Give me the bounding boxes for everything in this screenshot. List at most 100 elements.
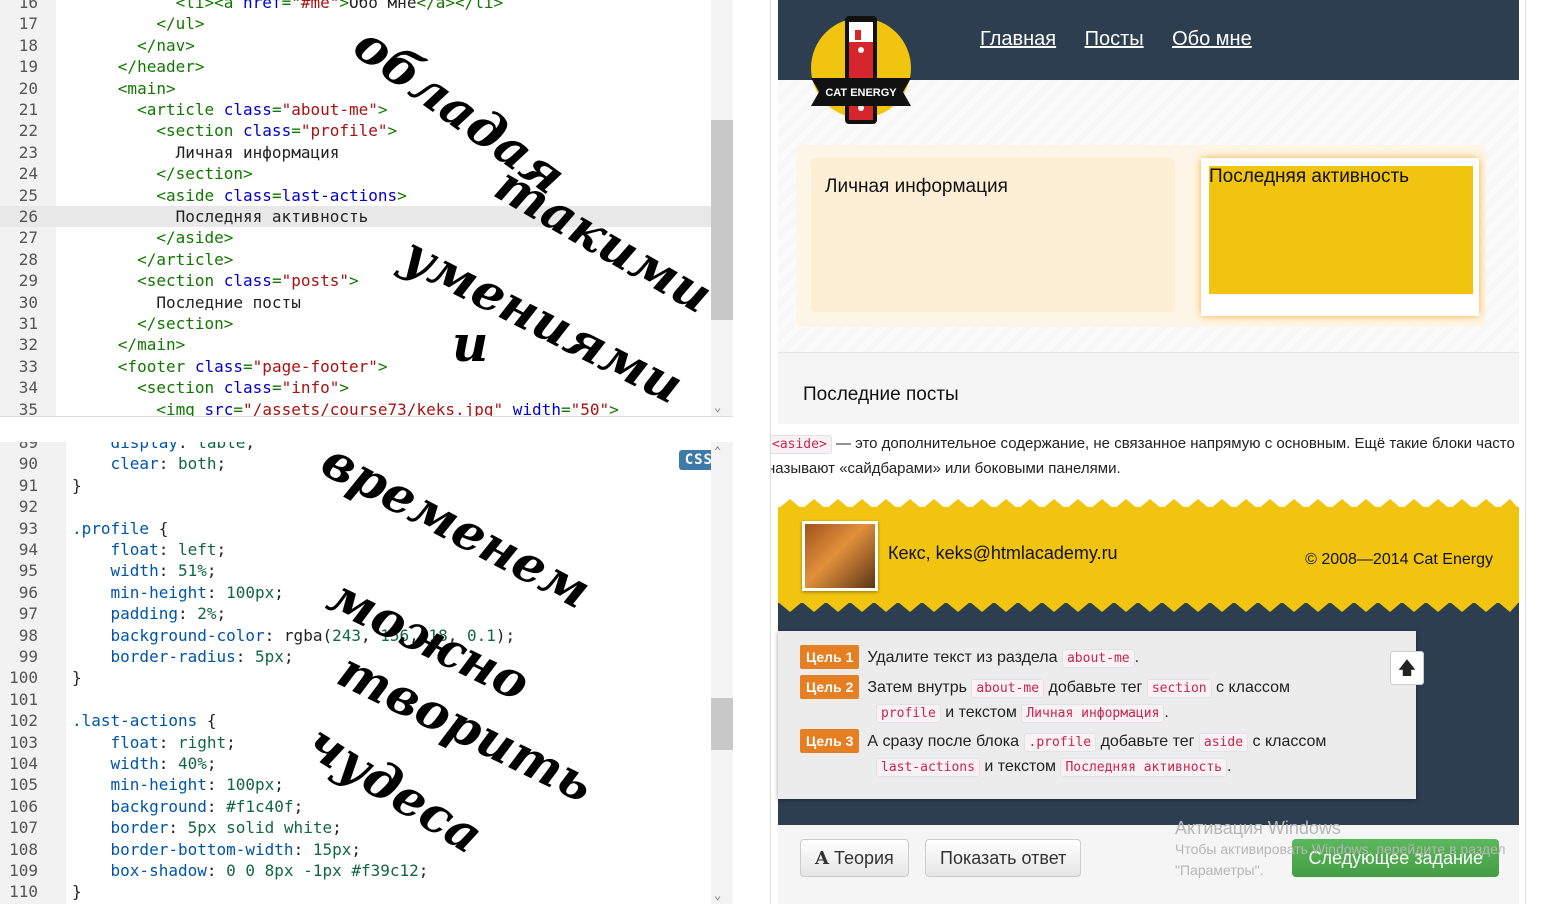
line-number: 91 <box>18 475 38 495</box>
code-line[interactable]: 110} <box>0 881 711 902</box>
code-line[interactable]: 35 <img src="/assets/course73/keks.jpg" … <box>0 399 711 416</box>
html-editor-scroll-thumb[interactable] <box>711 120 733 320</box>
css-editor-scrollbar[interactable]: ⌃ ⌄ <box>711 442 733 904</box>
line-number: 110 <box>9 882 38 902</box>
code-text: </main> <box>117 335 186 355</box>
line-number: 97 <box>18 604 38 624</box>
goal-code-chip: .profile <box>1023 733 1097 752</box>
code-line[interactable]: 25 <aside class=last-actions> <box>0 185 711 206</box>
goal-code-chip: aside <box>1198 733 1249 752</box>
profile-text: Личная информация <box>825 176 1008 197</box>
code-text: } <box>72 475 82 495</box>
html-editor-scrollbar[interactable]: ⌄ <box>711 0 733 416</box>
footer-top-zigzag <box>778 499 1519 509</box>
line-number: 92 <box>18 497 38 517</box>
code-line[interactable]: 109 box-shadow: 0 0 8px -1px #f39c12; <box>0 860 711 881</box>
line-number: 93 <box>18 518 38 538</box>
line-number: 35 <box>18 399 38 416</box>
code-text: box-shadow: 0 0 8px -1px #f39c12; <box>110 861 429 880</box>
collapse-goals-button[interactable]: 🡅 <box>1390 651 1424 685</box>
posts-text: Последние посты <box>803 384 959 405</box>
code-text: <section class="posts"> <box>137 271 359 291</box>
line-number: 101 <box>9 689 38 709</box>
line-number: 108 <box>9 839 38 859</box>
line-number: 95 <box>18 561 38 581</box>
site-nav: Главная Посты Обо мне <box>980 28 1276 51</box>
code-line[interactable]: 94 float: left; <box>0 539 711 560</box>
line-number: 94 <box>18 540 38 559</box>
line-number: 106 <box>9 796 38 816</box>
editor-divider[interactable] <box>0 416 733 444</box>
scroll-down-icon[interactable]: ⌄ <box>714 400 721 414</box>
result-preview: Главная Посты Обо мне CAT ENERGY Личная … <box>770 0 1526 904</box>
css-editor-scroll-thumb[interactable] <box>711 698 733 750</box>
goal-item: Цель 3А сразу после блока .profile добав… <box>800 729 1326 780</box>
code-line[interactable]: 108 border-bottom-width: 15px; <box>0 839 711 860</box>
goal-badge: Цель 1 <box>800 645 860 669</box>
goal-code-chip: Последняя активность <box>1060 758 1228 777</box>
code-line[interactable]: 16 <li><a href="#me">Обо мне</a></li> <box>0 0 711 13</box>
line-number: 90 <box>18 454 38 474</box>
posts-section: Последние посты <box>778 352 1519 425</box>
code-text: <footer class="page-footer"> <box>117 356 388 376</box>
show-answer-button[interactable]: Показать ответ <box>925 839 1082 877</box>
line-number: 24 <box>18 164 38 184</box>
code-line[interactable]: 21 <article class="about-me"> <box>0 99 711 120</box>
watermark-line-1: Чтобы активировать Windows, перейдите в … <box>1175 841 1506 857</box>
scroll-up-icon[interactable]: ⌃ <box>714 444 721 458</box>
code-text: display: table; <box>110 442 256 452</box>
cat-energy-logo: CAT ENERGY <box>811 16 911 124</box>
theory-button-label: Теория <box>833 848 894 868</box>
line-number: 102 <box>9 711 38 731</box>
logo-text: CAT ENERGY <box>825 87 897 99</box>
line-number: 103 <box>9 732 38 752</box>
line-number: 27 <box>18 228 38 248</box>
last-actions-text: Последняя активность <box>1209 166 1410 187</box>
code-line[interactable]: 23 Личная информация <box>0 142 711 163</box>
code-text: Последняя активность <box>175 207 369 226</box>
code-line[interactable]: 93 .profile { <box>0 518 711 539</box>
tip-text: — это дополнительное содержание, не связ… <box>770 435 1515 477</box>
code-text: </section> <box>137 314 234 333</box>
theory-icon: A <box>815 848 829 869</box>
last-actions-aside: Последняя активность <box>1201 158 1479 316</box>
code-text: width: 51%; <box>110 561 217 581</box>
line-number: 22 <box>18 121 38 141</box>
nav-link-posts[interactable]: Посты <box>1085 28 1144 50</box>
code-text: clear: both; <box>110 454 227 474</box>
code-text: <li><a href="#me">Обо мне</a></li> <box>175 0 504 12</box>
code-line[interactable]: 30 Последние посты <box>0 292 711 313</box>
scroll-down-icon[interactable]: ⌄ <box>714 888 721 902</box>
code-text: Последние посты <box>156 292 301 312</box>
line-number: 96 <box>18 582 38 602</box>
code-line[interactable]: 107 border: 5px solid white; <box>0 817 711 838</box>
code-text: padding: 2%; <box>110 604 227 624</box>
code-line[interactable]: 17 </ul> <box>0 13 711 34</box>
goals-box: Цель 1 Удалите текст из раздела about-me.… <box>778 631 1424 799</box>
goal-code-chip: section <box>1146 679 1212 698</box>
code-line[interactable]: 24 </section> <box>0 163 711 184</box>
code-text: <aside class=last-actions> <box>156 185 407 205</box>
code-text: .profile { <box>72 518 169 538</box>
theory-button[interactable]: A Теория <box>800 839 909 877</box>
line-number: 21 <box>18 100 38 119</box>
windows-activation-watermark: Активация Windows Чтобы активировать Win… <box>1175 818 1506 881</box>
code-text: <main> <box>117 78 176 98</box>
line-number: 30 <box>18 292 38 312</box>
nav-link-about[interactable]: Обо мне <box>1172 28 1252 50</box>
code-line[interactable]: 22 <section class="profile"> <box>0 120 711 141</box>
line-number: 31 <box>18 314 38 333</box>
line-number: 107 <box>9 818 38 838</box>
code-line[interactable]: 20 <main> <box>0 78 711 99</box>
line-number: 109 <box>9 861 38 880</box>
code-text: border-bottom-width: 15px; <box>110 839 361 859</box>
nav-link-home[interactable]: Главная <box>980 28 1056 50</box>
line-number: 99 <box>18 647 38 666</box>
footer-author: Кекс, keks@htmlacademy.ru <box>888 543 1118 563</box>
task-panel: Цель 1 Удалите текст из раздела about-me.… <box>778 602 1519 825</box>
goal-code-chip: about-me <box>1061 649 1135 668</box>
page-footer: Кекс, keks@htmlacademy.ru © 2008—2014 Ca… <box>778 499 1519 603</box>
code-text: </article> <box>137 249 234 269</box>
code-text: border-radius: 5px; <box>110 647 294 666</box>
goal-code-chip: profile <box>876 704 941 723</box>
